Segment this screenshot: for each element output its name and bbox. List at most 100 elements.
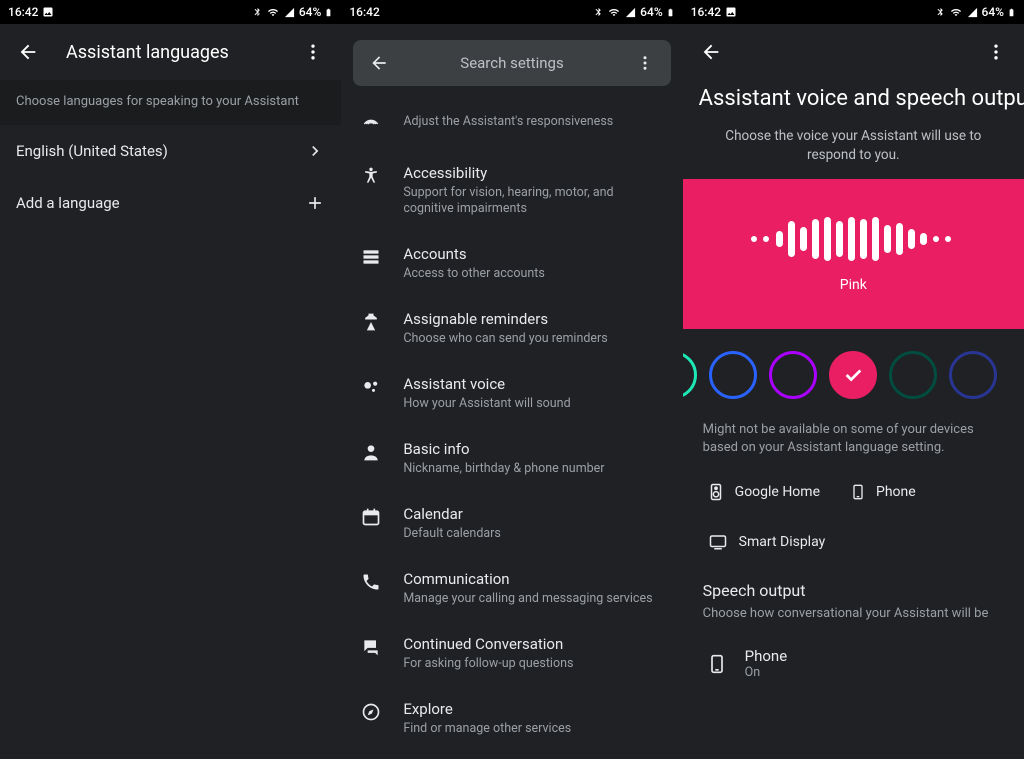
- settings-item[interactable]: Face Match: [341, 751, 682, 759]
- speaker-icon: [707, 481, 725, 503]
- wifi-icon: [607, 7, 621, 18]
- sensitivity-icon: [359, 112, 383, 136]
- device-label: Phone: [876, 484, 916, 500]
- page-title: Assistant languages: [66, 42, 293, 63]
- signal-icon: [966, 7, 979, 18]
- overflow-menu-button[interactable]: [625, 43, 665, 83]
- back-button[interactable]: [691, 32, 731, 72]
- voice-preview-card[interactable]: Pink: [683, 179, 1024, 329]
- back-arrow-icon: [700, 41, 722, 63]
- settings-item-title: Continued Conversation: [403, 635, 573, 654]
- settings-item-title: Assistant voice: [403, 375, 570, 394]
- more-vert-icon: [636, 54, 654, 72]
- bluetooth-icon: [935, 7, 946, 18]
- settings-item[interactable]: AccountsAccess to other accounts: [341, 231, 682, 296]
- battery-icon: [666, 6, 675, 19]
- reminders-icon: [359, 310, 383, 334]
- status-time: 16:42: [8, 5, 38, 19]
- device-label: Google Home: [735, 484, 820, 500]
- speech-phone-value: On: [745, 665, 788, 680]
- appbar: [683, 24, 1024, 80]
- speech-output-desc: Choose how conversational your Assistant…: [683, 606, 1024, 637]
- signal-icon: [624, 7, 637, 18]
- settings-item-desc: Default calendars: [403, 526, 501, 542]
- bluetooth-icon: [593, 7, 604, 18]
- settings-item-desc: Adjust the Assistant's responsiveness: [403, 114, 613, 130]
- continued-conversation-icon: [359, 635, 383, 659]
- availability-note: Might not be available on some of your d…: [683, 417, 1024, 475]
- chevron-right-icon: [305, 141, 325, 161]
- status-time: 16:42: [349, 5, 379, 19]
- settings-item[interactable]: AccessibilitySupport for vision, hearing…: [341, 150, 682, 231]
- settings-item[interactable]: Assignable reminders Choose who can send …: [341, 296, 682, 361]
- settings-item-desc: Manage your calling and messaging servic…: [403, 591, 652, 607]
- check-icon: [842, 364, 864, 386]
- voice-option[interactable]: [889, 351, 937, 399]
- settings-item[interactable]: Explore Find or manage other services: [341, 686, 682, 751]
- settings-item[interactable]: Continued Conversation For asking follow-…: [341, 621, 682, 686]
- selected-voice-label: Pink: [840, 277, 867, 293]
- settings-item-desc: For asking follow-up questions: [403, 656, 573, 672]
- back-button[interactable]: [359, 43, 399, 83]
- settings-item[interactable]: Basic info Nickname, birthday & phone num…: [341, 426, 682, 491]
- search-settings-bar[interactable]: Search settings: [353, 40, 670, 86]
- accessibility-icon: [359, 164, 383, 188]
- explore-icon: [359, 700, 383, 724]
- settings-item-desc: Choose who can send you reminders: [403, 331, 607, 347]
- status-bar: 16:42 64%: [683, 0, 1024, 24]
- status-bar: 16:42 64%: [0, 0, 341, 24]
- voice-option[interactable]: [709, 351, 757, 399]
- signal-icon: [283, 7, 296, 18]
- settings-list: Adjust the Assistant's responsiveness Acc…: [341, 92, 682, 759]
- basic-info-icon: [359, 440, 383, 464]
- voice-option[interactable]: [769, 351, 817, 399]
- wifi-icon: [266, 7, 280, 18]
- image-icon: [42, 6, 54, 18]
- overflow-menu-button[interactable]: [976, 32, 1016, 72]
- settings-item-title: Communication: [403, 570, 652, 589]
- phone-icon: [707, 650, 727, 678]
- settings-item[interactable]: Adjust the Assistant's responsiveness: [341, 98, 682, 150]
- selected-language-label: English (United States): [16, 142, 168, 160]
- settings-item-title: Accessibility: [403, 164, 664, 183]
- voice-options-row: [683, 329, 1024, 417]
- battery-icon: [1007, 6, 1016, 19]
- settings-item-desc: Find or manage other services: [403, 721, 571, 737]
- subtitle: Choose languages for speaking to your As…: [0, 80, 341, 125]
- calendar-icon: [359, 505, 383, 529]
- page-title: Assistant voice and speech output: [683, 80, 1024, 119]
- screen-assistant-voice: 16:42 64% Assistant voice and speech out…: [683, 0, 1024, 759]
- settings-item-title: Accounts: [403, 245, 545, 264]
- status-battery: 64%: [299, 5, 321, 19]
- settings-item-title: Explore: [403, 700, 571, 719]
- wifi-icon: [949, 7, 963, 18]
- voice-option[interactable]: [949, 351, 997, 399]
- back-arrow-icon: [369, 53, 389, 73]
- back-arrow-icon: [17, 41, 39, 63]
- search-placeholder: Search settings: [399, 54, 624, 72]
- speech-output-phone-row[interactable]: Phone On: [683, 637, 1024, 690]
- selected-language-row[interactable]: English (United States): [0, 125, 341, 177]
- back-button[interactable]: [8, 32, 48, 72]
- add-language-label: Add a language: [16, 194, 120, 212]
- speech-phone-label: Phone: [745, 647, 788, 665]
- add-language-row[interactable]: Add a language: [0, 177, 341, 229]
- settings-item[interactable]: Assistant voiceHow your Assistant will s…: [341, 361, 682, 426]
- overflow-menu-button[interactable]: [293, 32, 333, 72]
- settings-item-desc: Nickname, birthday & phone number: [403, 461, 604, 477]
- settings-item-title: Basic info: [403, 440, 604, 459]
- devices-row: Google Home Phone Smart Display: [683, 475, 1024, 571]
- settings-item-title: Calendar: [403, 505, 501, 524]
- device-chip: Smart Display: [707, 533, 826, 551]
- plus-icon: [305, 193, 325, 213]
- voice-option[interactable]: [683, 351, 697, 399]
- settings-item[interactable]: Calendar Default calendars: [341, 491, 682, 556]
- settings-item[interactable]: Communication Manage your calling and mes…: [341, 556, 682, 621]
- status-bar: 16:42 64%: [341, 0, 682, 24]
- settings-item-title: Assignable reminders: [403, 310, 607, 329]
- speech-output-heading: Speech output: [683, 571, 1024, 606]
- page-subtitle: Choose the voice your Assistant will use…: [683, 119, 1024, 179]
- screen-assistant-languages: 16:42 64% Assistant languages Choose lan…: [0, 0, 341, 759]
- communication-icon: [359, 570, 383, 594]
- voice-option[interactable]: [829, 351, 877, 399]
